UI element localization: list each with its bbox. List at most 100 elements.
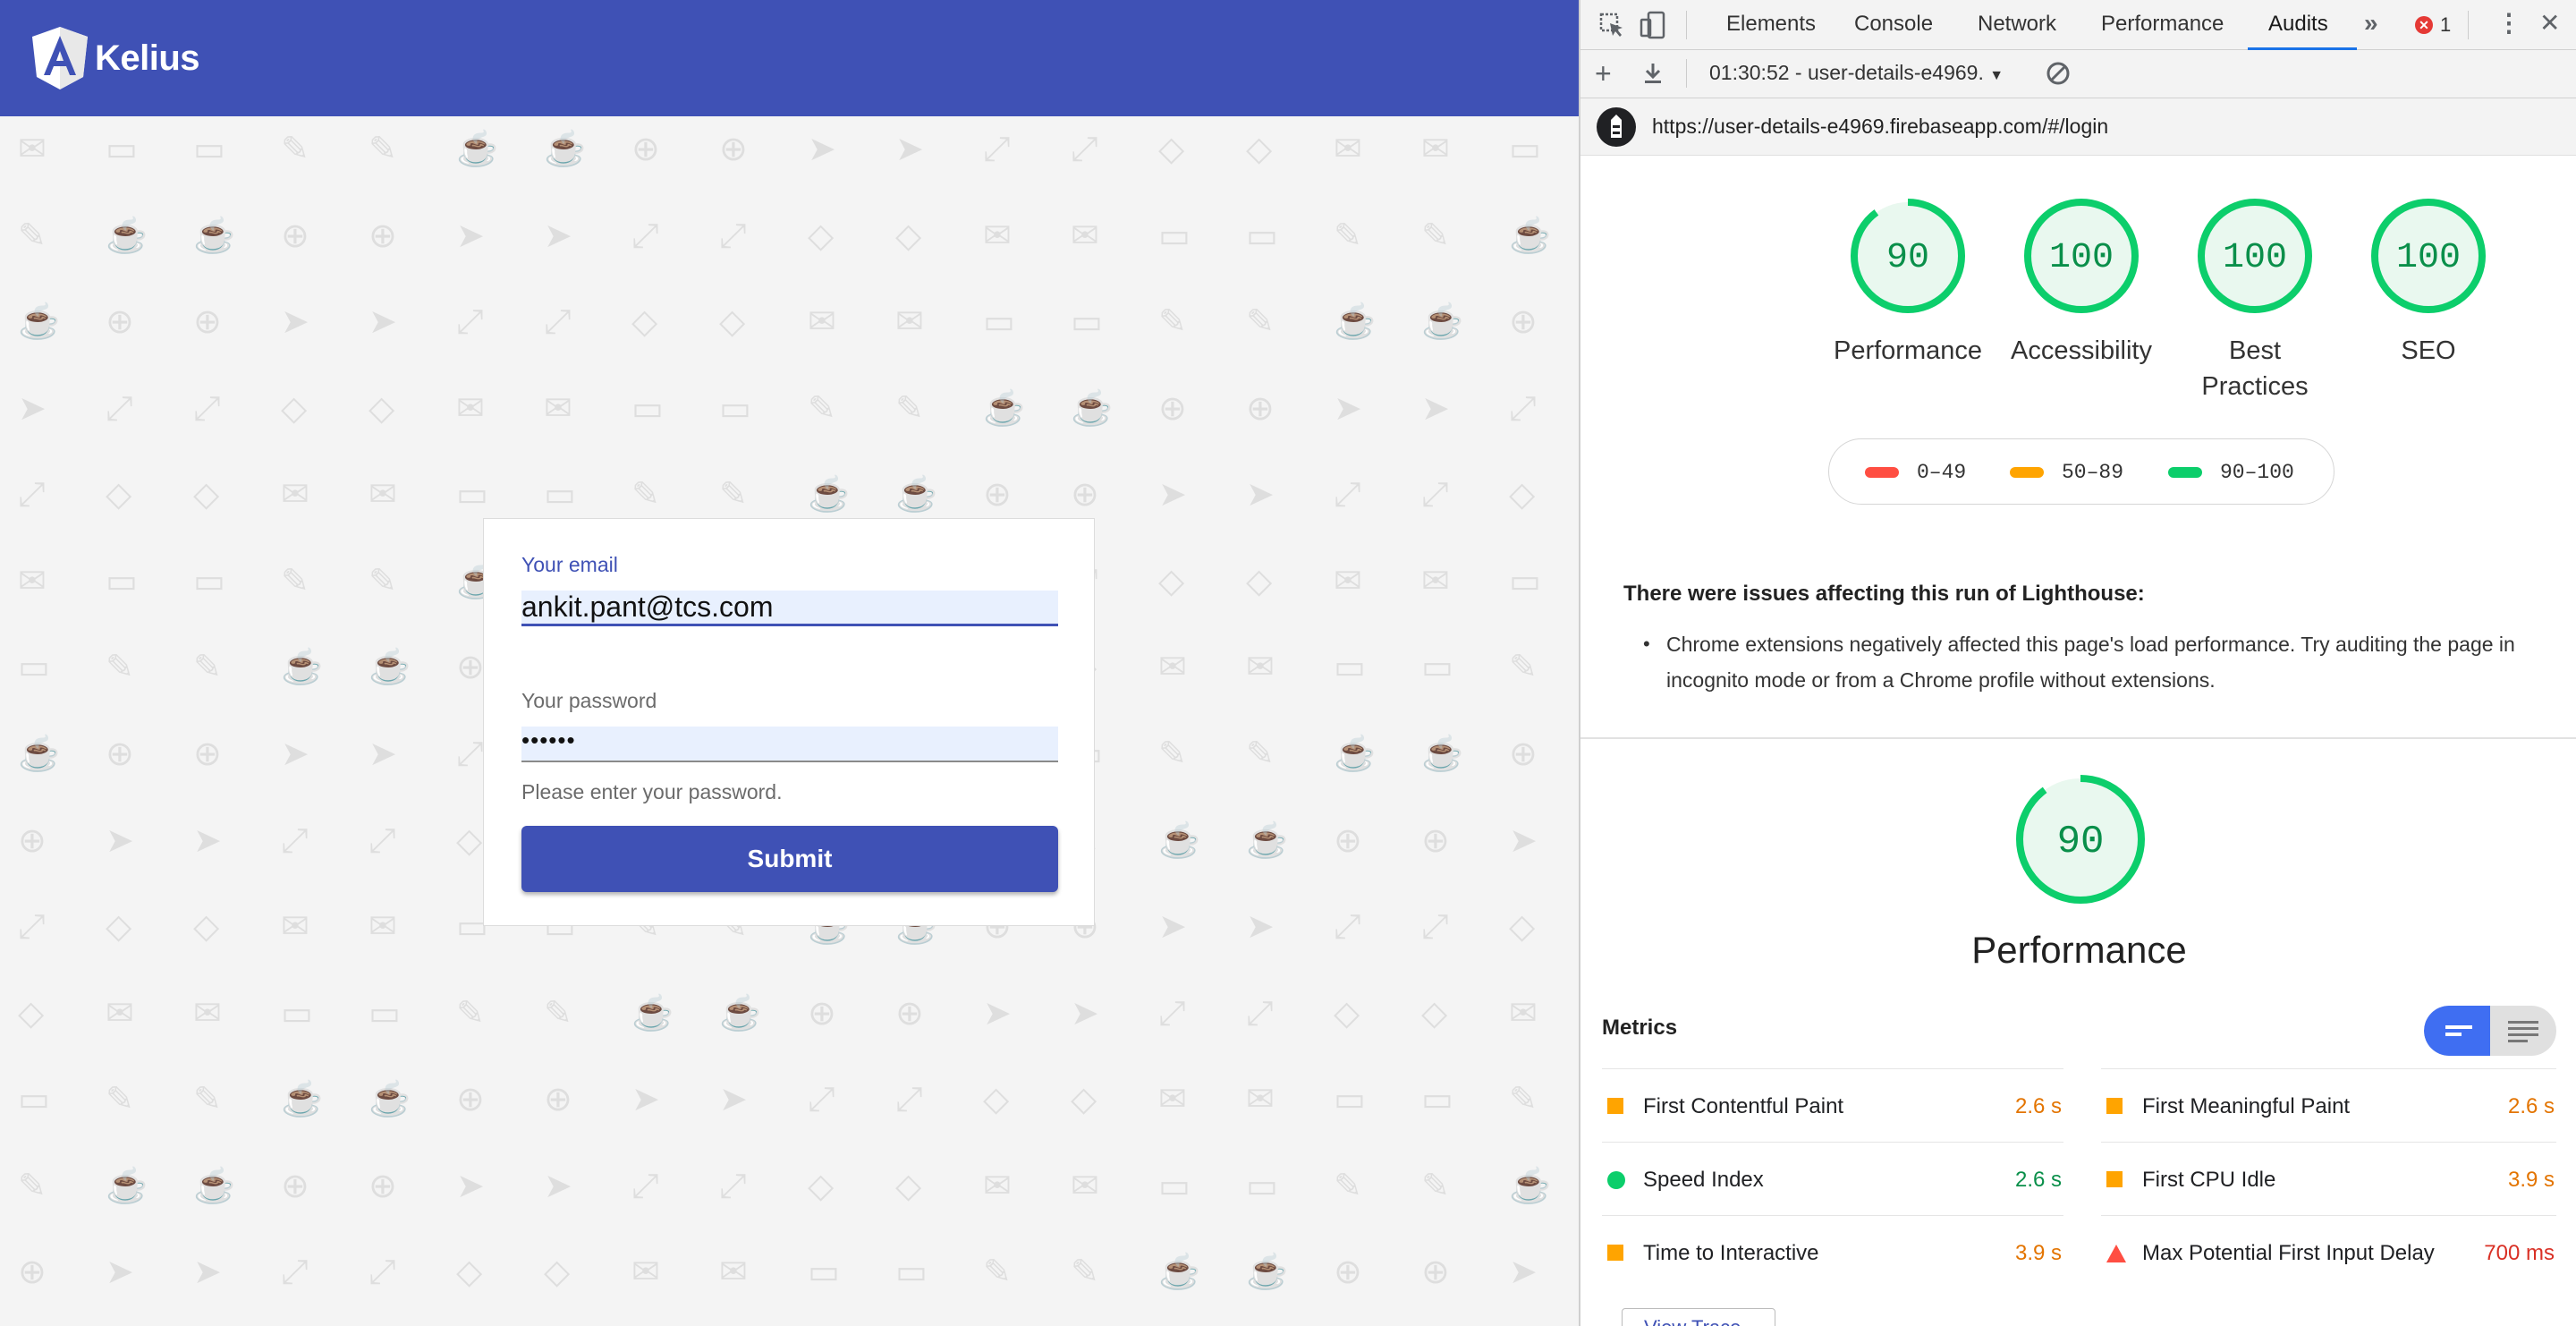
compact-view-button[interactable] xyxy=(2424,1006,2490,1056)
tag-icon: ◇ xyxy=(1334,995,1360,1033)
metric-name: Time to Interactive xyxy=(1643,1241,1819,1265)
tablet-icon: ▭ xyxy=(544,476,576,514)
tablet-icon: ▭ xyxy=(1421,1081,1453,1118)
email-field[interactable] xyxy=(521,591,1058,626)
brand-logo[interactable]: Kelius xyxy=(30,25,200,91)
expanded-view-button[interactable] xyxy=(2490,1006,2556,1056)
toolbar-separator xyxy=(1686,11,1687,39)
send-icon: ➤ xyxy=(544,217,572,255)
mail-icon: ✉ xyxy=(544,390,572,428)
metric-value: 2.6 s xyxy=(2014,1168,2062,1192)
tablet-icon: ▭ xyxy=(1246,1168,1278,1205)
download-icon[interactable] xyxy=(1641,61,1665,90)
coffee-icon: ☕ xyxy=(544,131,587,168)
tag-icon: ◇ xyxy=(456,822,483,860)
tab-console[interactable]: Console xyxy=(1854,12,1933,37)
submit-button[interactable]: Submit xyxy=(521,826,1058,892)
gauge-accessibility[interactable]: 100 Accessibility xyxy=(1992,197,2171,369)
send-icon: ➤ xyxy=(18,390,47,428)
devtools-panel: Elements Console Network Performance Aud… xyxy=(1579,0,2576,1326)
pencil-icon: ✎ xyxy=(631,476,660,514)
tab-performance[interactable]: Performance xyxy=(2101,12,2224,37)
kebab-menu-icon[interactable]: ⋮ xyxy=(2496,11,2521,36)
error-count: 1 xyxy=(2440,13,2452,36)
tag-icon: ◇ xyxy=(1509,908,1536,946)
send-icon: ➤ xyxy=(631,1081,660,1118)
chevron-down-icon: ▼ xyxy=(1989,68,2004,83)
metrics-title: Metrics xyxy=(1602,1016,1678,1040)
send-icon: ➤ xyxy=(1421,390,1450,428)
tab-network[interactable]: Network xyxy=(1978,12,2056,37)
tablet-icon: ▭ xyxy=(18,649,50,686)
metric-name: First Meaningful Paint xyxy=(2142,1094,2351,1118)
mail-icon: ✉ xyxy=(983,217,1012,255)
legend-swatch xyxy=(2168,467,2202,478)
category-score-ring: 90 xyxy=(2016,775,2145,904)
expand-icon: ⤢ xyxy=(1421,908,1449,946)
metrics-view-toggle[interactable] xyxy=(2424,1006,2556,1056)
password-field[interactable]: •••••• xyxy=(521,727,1058,762)
average-square-icon xyxy=(1607,1098,1623,1114)
gauge-label: Best Practices xyxy=(2201,336,2309,401)
send-icon: ➤ xyxy=(808,131,836,168)
gauge-label: Performance xyxy=(1833,336,1982,365)
pencil-icon: ✎ xyxy=(369,131,397,168)
tab-audits[interactable]: Audits xyxy=(2268,12,2328,37)
mail-icon: ✉ xyxy=(1509,995,1538,1033)
score-value: 100 xyxy=(2049,238,2114,278)
gauge-best-practices[interactable]: 100 Best Practices xyxy=(2165,197,2344,404)
legend-swatch xyxy=(2010,467,2044,478)
expand-icon: ⤢ xyxy=(456,303,484,341)
metric-row: Time to Interactive 3.9 s xyxy=(1602,1215,2063,1288)
expand-icon: ⤢ xyxy=(281,1254,309,1291)
mail-icon: ✉ xyxy=(369,476,397,514)
email-label: Your email xyxy=(521,553,618,576)
pencil-icon: ✎ xyxy=(895,390,924,428)
tag-icon: ◇ xyxy=(1421,995,1448,1033)
pencil-icon: ✎ xyxy=(808,390,836,428)
send-icon: ➤ xyxy=(281,735,309,773)
score-ring: 100 xyxy=(2371,199,2486,313)
gear-icon: ⊕ xyxy=(456,649,485,686)
tab-elements[interactable]: Elements xyxy=(1726,12,1816,37)
tag-icon: ◇ xyxy=(456,1254,483,1291)
pencil-icon: ✎ xyxy=(193,1081,222,1118)
metric-row: First CPU Idle 3.9 s xyxy=(2101,1142,2556,1215)
average-square-icon xyxy=(1607,1245,1623,1261)
close-icon[interactable]: ✕ xyxy=(2539,11,2560,36)
gauge-performance[interactable]: 90 Performance xyxy=(1818,197,1997,369)
tablet-icon: ▭ xyxy=(281,995,313,1033)
send-icon: ➤ xyxy=(719,1081,748,1118)
more-tabs-icon[interactable]: » xyxy=(2364,11,2378,36)
send-icon: ➤ xyxy=(281,303,309,341)
view-trace-button[interactable]: View Trace xyxy=(1622,1308,1775,1326)
coffee-icon: ☕ xyxy=(1071,390,1114,428)
mail-icon: ✉ xyxy=(1158,1081,1187,1118)
gear-icon: ⊕ xyxy=(281,1168,309,1205)
new-audit-icon[interactable]: + xyxy=(1595,59,1612,88)
tablet-icon: ▭ xyxy=(193,131,225,168)
tag-icon: ◇ xyxy=(1071,1081,1097,1118)
inspect-element-icon[interactable] xyxy=(1598,12,1625,43)
pencil-icon: ✎ xyxy=(281,131,309,168)
error-counter[interactable]: ✕ 1 xyxy=(2415,13,2451,37)
mail-icon: ✉ xyxy=(631,1254,660,1291)
mail-icon: ✉ xyxy=(1071,217,1099,255)
clear-icon[interactable] xyxy=(2046,61,2071,90)
warning-item: • Chrome extensions negatively affected … xyxy=(1623,626,2536,698)
report-url[interactable]: https://user-details-e4969.firebaseapp.c… xyxy=(1652,115,2108,139)
report-select[interactable]: 01:30:52 - user-details-e4969. ▼ xyxy=(1709,61,2004,85)
mail-icon: ✉ xyxy=(1334,131,1362,168)
pencil-icon: ✎ xyxy=(18,217,47,255)
tablet-icon: ▭ xyxy=(193,563,225,600)
legend-range: 50–89 xyxy=(2062,461,2124,484)
expand-icon: ⤢ xyxy=(369,822,396,860)
gauge-seo[interactable]: 100 SEO xyxy=(2339,197,2518,369)
device-toolbar-icon[interactable] xyxy=(1640,11,1666,44)
coffee-icon: ☕ xyxy=(106,1168,148,1205)
gear-icon: ⊕ xyxy=(631,131,660,168)
expand-icon: ⤢ xyxy=(1246,995,1274,1033)
metric-name: Speed Index xyxy=(1643,1168,1764,1192)
brand-name: Kelius xyxy=(95,38,200,78)
mail-icon: ✉ xyxy=(1246,649,1275,686)
